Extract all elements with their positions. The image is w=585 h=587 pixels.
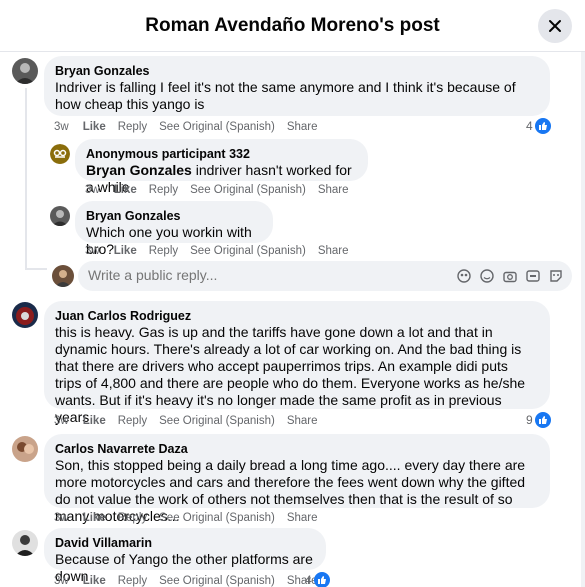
- comment-bubble: David Villamarin Because of Yango the ot…: [44, 528, 326, 584]
- like-reaction-icon: [313, 572, 330, 587]
- scrollbar[interactable]: [581, 52, 585, 587]
- avatar-anonymous[interactable]: [50, 144, 70, 164]
- comment-author[interactable]: Juan Carlos Rodriguez: [55, 308, 538, 324]
- like-reaction-icon: [534, 118, 551, 134]
- see-original-button[interactable]: See Original (Spanish): [159, 121, 275, 133]
- reaction-number: 4: [526, 119, 533, 133]
- reaction-number: 4: [305, 573, 312, 587]
- post-dialog-header: Roman Avendaño Moreno's post: [0, 0, 585, 52]
- current-user-avatar: [52, 265, 74, 287]
- reply-button[interactable]: Reply: [149, 245, 178, 257]
- see-original-button[interactable]: See Original (Spanish): [190, 184, 306, 196]
- comment-bubble: Juan Carlos Rodriguez this is heavy. Gas…: [44, 301, 550, 425]
- avatar[interactable]: [12, 530, 38, 556]
- thread-branch: [25, 268, 47, 270]
- reply-button[interactable]: Reply: [118, 415, 147, 427]
- reply-bubble: Anonymous participant 332 Bryan Gonzales…: [75, 139, 368, 195]
- like-reaction-icon: [534, 412, 551, 428]
- share-button[interactable]: Share: [287, 415, 318, 427]
- like-button[interactable]: Like: [83, 121, 106, 133]
- comment-time[interactable]: 3w: [54, 415, 69, 427]
- like-button[interactable]: Like: [114, 184, 137, 196]
- reaction-count[interactable]: 9: [526, 412, 551, 428]
- reply-button[interactable]: Reply: [149, 184, 178, 196]
- comment-bubble: Bryan Gonzales Indriver is falling I fee…: [44, 56, 550, 116]
- share-button[interactable]: Share: [318, 245, 349, 257]
- comment-actions: 3w Like Reply See Original (Spanish) Sha…: [54, 575, 330, 587]
- share-button[interactable]: Share: [287, 121, 318, 133]
- like-button[interactable]: Like: [83, 415, 106, 427]
- comment-actions: 3w Like Reply See Original (Spanish) Sha…: [54, 121, 330, 133]
- comment-bubble: Carlos Navarrete Daza Son, this stopped …: [44, 434, 550, 524]
- comment-author[interactable]: David Villamarin: [55, 535, 314, 551]
- mention-link[interactable]: Bryan Gonzales: [86, 162, 192, 178]
- reaction-count[interactable]: 4: [526, 118, 551, 134]
- reply-bubble: Bryan Gonzales Which one you workin with…: [75, 201, 273, 257]
- camera-icon[interactable]: [502, 268, 518, 284]
- reply-actions: 3w Like Reply See Original (Spanish) Sha…: [85, 184, 361, 196]
- reply-actions: 3w Like Reply See Original (Spanish) Sha…: [85, 245, 361, 257]
- comment-time[interactable]: 3w: [54, 512, 69, 524]
- close-icon: [549, 20, 561, 32]
- see-original-button[interactable]: See Original (Spanish): [159, 575, 275, 587]
- like-button[interactable]: Like: [83, 512, 106, 524]
- reply-button[interactable]: Reply: [118, 512, 147, 524]
- comment-time[interactable]: 3w: [54, 121, 69, 133]
- reply-button[interactable]: Reply: [118, 121, 147, 133]
- comment-actions: 3w Like Reply See Original (Spanish) Sha…: [54, 415, 330, 427]
- share-button[interactable]: Share: [318, 184, 349, 196]
- sticker-icon[interactable]: [548, 268, 564, 284]
- reaction-count[interactable]: 4: [305, 572, 330, 587]
- gif-icon[interactable]: [525, 268, 541, 284]
- reply-input[interactable]: [88, 267, 418, 283]
- reply-author[interactable]: Bryan Gonzales: [86, 208, 261, 224]
- avatar[interactable]: [12, 58, 38, 84]
- thread-line: [25, 88, 27, 270]
- like-button[interactable]: Like: [83, 575, 106, 587]
- reply-author[interactable]: Anonymous participant 332: [86, 146, 356, 162]
- reply-time[interactable]: 3w: [85, 245, 100, 257]
- share-button[interactable]: Share: [287, 512, 318, 524]
- composer-icons: [449, 268, 564, 284]
- comment-author[interactable]: Carlos Navarrete Daza: [55, 441, 538, 457]
- reply-button[interactable]: Reply: [118, 575, 147, 587]
- see-original-button[interactable]: See Original (Spanish): [159, 415, 275, 427]
- comment-text: this is heavy. Gas is up and the tariffs…: [55, 324, 526, 425]
- reply-composer[interactable]: [78, 261, 572, 291]
- comment-actions: 3w Like Reply See Original (Spanish) Sha…: [54, 512, 330, 524]
- reply-time[interactable]: 3w: [85, 184, 100, 196]
- see-original-button[interactable]: See Original (Spanish): [159, 512, 275, 524]
- avatar[interactable]: [50, 206, 70, 226]
- see-original-button[interactable]: See Original (Spanish): [190, 245, 306, 257]
- comment-author[interactable]: Bryan Gonzales: [55, 63, 538, 79]
- like-button[interactable]: Like: [114, 245, 137, 257]
- close-button[interactable]: [538, 9, 572, 43]
- dialog-title: Roman Avendaño Moreno's post: [145, 15, 440, 36]
- reaction-number: 9: [526, 413, 533, 427]
- avatar[interactable]: [12, 436, 38, 462]
- emoji-icon[interactable]: [479, 268, 495, 284]
- comment-time[interactable]: 3w: [54, 575, 69, 587]
- comment-text: Indriver is falling I feel it's not the …: [55, 79, 516, 112]
- avatar[interactable]: [12, 302, 38, 328]
- avatar-sticker-icon[interactable]: [456, 268, 472, 284]
